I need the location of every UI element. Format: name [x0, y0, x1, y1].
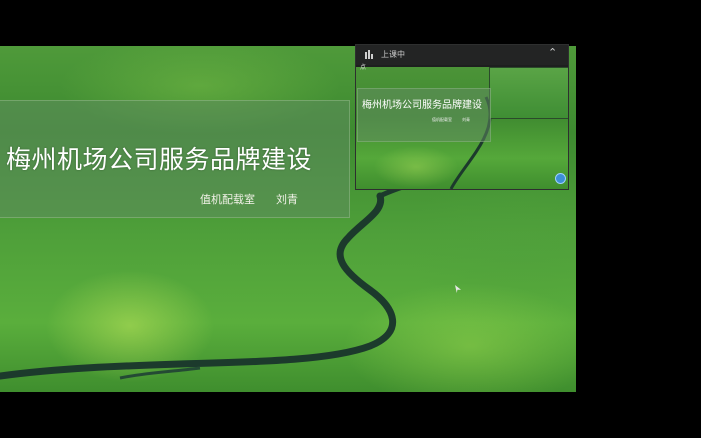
preview-presenter: 刘青	[462, 117, 470, 122]
preview-department: 值机配载室	[432, 117, 452, 122]
preview-title: 梅州机场公司服务品牌建设	[362, 100, 482, 111]
preview-corner-text: 点	[360, 64, 367, 71]
floating-action-dot-icon[interactable]	[555, 173, 566, 184]
slide-department: 值机配载室	[200, 193, 255, 206]
share-preview-header[interactable]: 上课中 ⌃	[356, 45, 568, 65]
meeting-logo-icon	[365, 50, 373, 59]
share-status-label: 上课中	[381, 50, 405, 59]
slide-title: 梅州机场公司服务品牌建设	[6, 145, 313, 174]
slide-presenter: 刘青	[276, 193, 298, 206]
preview-thumbnail	[489, 67, 568, 119]
chevron-up-icon[interactable]: ⌃	[548, 46, 557, 59]
